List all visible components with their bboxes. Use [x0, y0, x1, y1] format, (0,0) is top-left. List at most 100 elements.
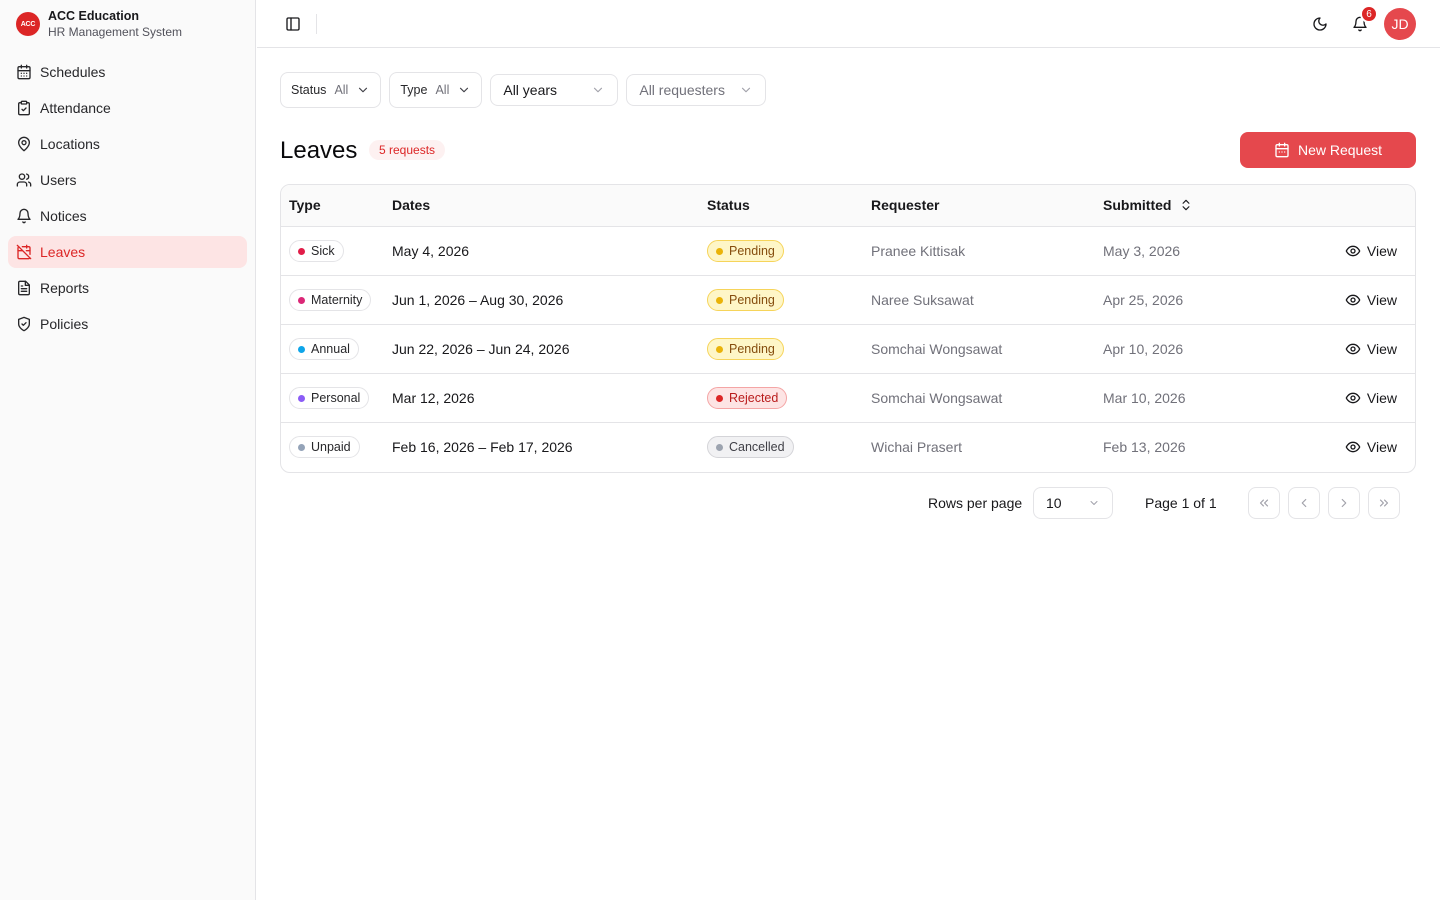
sidebar-item-locations[interactable]: Locations — [8, 128, 247, 160]
brand-subtitle: HR Management System — [48, 25, 183, 39]
calendar-icon — [17, 64, 31, 80]
sidebar: ACC ACC Education HR Management System S… — [0, 0, 256, 900]
table-row[interactable]: Maternity Jun 1, 2026 – Aug 30, 2026 Pen… — [281, 276, 1415, 325]
type-cell: Annual — [289, 325, 359, 373]
file-text-icon — [18, 280, 30, 296]
brand-title: ACC Education — [48, 9, 139, 23]
sidebar-item-leaves[interactable]: Leaves — [8, 236, 247, 268]
status-label: Pending — [729, 342, 775, 356]
eye-icon — [1345, 245, 1361, 257]
submitted-cell: Apr 25, 2026 — [1103, 292, 1184, 308]
column-header-requester[interactable]: Requester — [871, 197, 939, 213]
sidebar-item-label: Policies — [40, 316, 89, 332]
sidebar-item-policies[interactable]: Policies — [8, 308, 247, 340]
requester-cell: Somchai Wongsawat — [871, 390, 1003, 406]
leave-type-dot — [298, 345, 305, 353]
brand-text: ACC Education HR Management System — [48, 8, 182, 40]
notification-count-badge: 6 — [1360, 5, 1378, 23]
moon-icon — [1313, 17, 1327, 31]
sidebar-item-schedules[interactable]: Schedules — [8, 56, 247, 88]
dates-cell: Jun 22, 2026 – Jun 24, 2026 — [392, 341, 570, 357]
sidebar-item-label: Notices — [40, 208, 87, 224]
eye-icon — [1345, 343, 1361, 355]
previous-page-button[interactable] — [1288, 487, 1320, 519]
status-dot — [716, 394, 723, 402]
leave-type-label: Personal — [311, 391, 361, 405]
bell-icon — [17, 208, 31, 224]
status-filter[interactable]: Status All — [280, 72, 382, 108]
status-badge: Pending — [707, 289, 784, 311]
sidebar-item-attendance[interactable]: Attendance — [8, 92, 247, 124]
map-pin-icon — [18, 136, 30, 152]
leaves-table: Type Dates Status Requester Submitted Si… — [280, 184, 1416, 473]
rows-per-page-select[interactable]: 10 — [1033, 487, 1113, 519]
eye-icon — [1345, 294, 1361, 306]
leave-type-chip: Unpaid — [289, 436, 360, 458]
status-badge: Pending — [707, 338, 784, 360]
sort-icon[interactable] — [1179, 197, 1193, 213]
view-button[interactable]: View — [1345, 325, 1397, 373]
type-filter-value: All — [435, 83, 450, 97]
status-cell: Pending — [707, 325, 784, 373]
status-badge: Rejected — [707, 387, 788, 409]
view-label: View — [1366, 341, 1397, 357]
brand[interactable]: ACC ACC Education HR Management System — [0, 0, 255, 48]
new-request-button[interactable]: New Request — [1240, 132, 1416, 168]
column-header-type[interactable]: Type — [289, 197, 321, 213]
leave-type-dot — [298, 443, 305, 451]
next-page-button[interactable] — [1328, 487, 1360, 519]
view-button[interactable]: View — [1345, 374, 1397, 422]
view-label: View — [1366, 439, 1397, 455]
view-button[interactable]: View — [1345, 276, 1397, 324]
view-button[interactable]: View — [1345, 227, 1397, 275]
clipboard-check-icon — [18, 100, 30, 116]
theme-toggle-button[interactable] — [1310, 14, 1330, 34]
chevron-down-icon — [1090, 501, 1098, 505]
eye-icon — [1345, 441, 1361, 453]
table-row[interactable]: Annual Jun 22, 2026 – Jun 24, 2026 Pendi… — [281, 325, 1415, 374]
filters-bar: Status All Type All All years All reques… — [280, 72, 767, 108]
view-button[interactable]: View — [1345, 423, 1397, 471]
requesters-select[interactable]: All requesters — [626, 74, 767, 106]
column-header-status[interactable]: Status — [707, 197, 750, 213]
status-label: Rejected — [729, 391, 779, 405]
table-row[interactable]: Personal Mar 12, 2026 Rejected Somchai W… — [281, 374, 1415, 423]
status-cell: Cancelled — [707, 423, 794, 471]
brand-logo: ACC — [16, 12, 40, 36]
last-page-button[interactable] — [1368, 487, 1400, 519]
leave-type-dot — [298, 394, 305, 402]
type-filter[interactable]: Type All — [389, 72, 483, 108]
column-header-submitted[interactable]: Submitted — [1103, 197, 1171, 213]
chevron-down-icon — [460, 87, 469, 93]
user-avatar[interactable]: JD — [1384, 8, 1416, 40]
request-count-badge: 5 requests — [369, 140, 446, 160]
calendar-off-icon — [16, 244, 32, 260]
status-badge: Pending — [707, 240, 784, 262]
sidebar-item-reports[interactable]: Reports — [8, 272, 247, 304]
dates-cell: May 4, 2026 — [392, 243, 470, 259]
shield-check-icon — [18, 316, 30, 332]
dates-cell: Feb 16, 2026 – Feb 17, 2026 — [392, 439, 573, 455]
years-select[interactable]: All years — [490, 74, 619, 106]
view-label: View — [1366, 292, 1397, 308]
type-cell: Sick — [289, 227, 344, 275]
rows-per-page-value: 10 — [1046, 495, 1062, 511]
first-page-button[interactable] — [1248, 487, 1280, 519]
status-dot — [716, 247, 723, 255]
dates-cell: Mar 12, 2026 — [392, 390, 475, 406]
status-label: Pending — [729, 244, 775, 258]
chevron-left-icon — [1301, 498, 1307, 508]
years-select-value: All years — [503, 82, 558, 98]
type-filter-label: Type — [400, 83, 428, 97]
requester-cell: Wichai Prasert — [871, 439, 963, 455]
dates-cell: Jun 1, 2026 – Aug 30, 2026 — [392, 292, 564, 308]
requesters-select-placeholder: All requesters — [639, 82, 725, 98]
type-cell: Maternity — [289, 276, 372, 324]
column-header-dates[interactable]: Dates — [392, 197, 430, 213]
table-row[interactable]: Unpaid Feb 16, 2026 – Feb 17, 2026 Cance… — [281, 423, 1415, 472]
table-row[interactable]: Sick May 4, 2026 Pending Pranee Kittisak… — [281, 227, 1415, 276]
sidebar-item-notices[interactable]: Notices — [8, 200, 247, 232]
sidebar-item-users[interactable]: Users — [8, 164, 247, 196]
sidebar-toggle-button[interactable] — [283, 14, 303, 34]
sidebar-item-label: Users — [40, 172, 77, 188]
